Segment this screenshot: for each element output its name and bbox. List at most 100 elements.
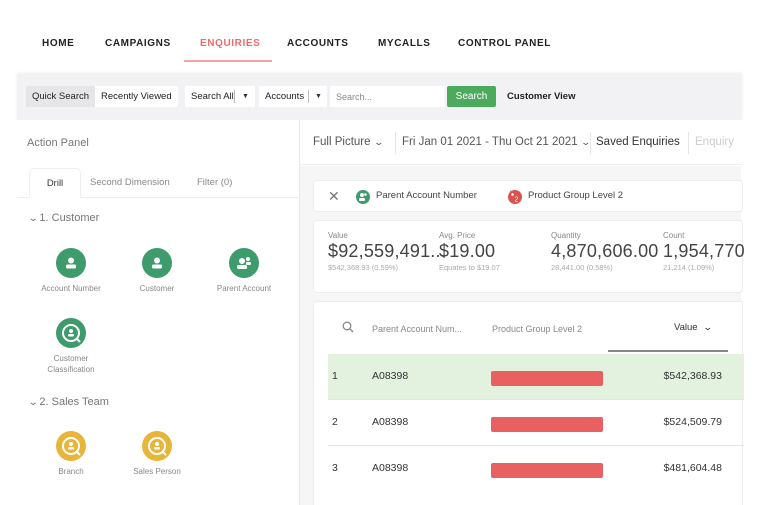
close-icon[interactable]: ✕ (328, 188, 340, 205)
tab-quick-search[interactable]: Quick Search (26, 86, 96, 107)
redacted-product-group (491, 463, 603, 478)
sort-chevron-down-icon: ⌄ (702, 322, 714, 332)
row-rank: 1 (332, 370, 338, 382)
enquiry-body: ✕ Parent Account Number / 2 Product Grou… (300, 166, 745, 505)
top-navigation: HOME CAMPAIGNS ENQUIRIES ACCOUNTS MYCALL… (0, 0, 758, 74)
chevron-down-icon: ⌄ (27, 213, 39, 224)
view-select-value: Full Picture (313, 136, 371, 148)
section-customer-header[interactable]: ⌄1. Customer (27, 212, 100, 224)
table-row[interactable]: 1 A08398 $542,368.93 (328, 354, 744, 400)
section-title: 1. Customer (39, 212, 100, 224)
enquiry-tab[interactable]: Enquiry (695, 136, 734, 148)
kpi-subtext: 28,441.00 (0.58%) (551, 263, 613, 272)
row-value: $542,368.93 (663, 370, 722, 382)
users-icon (229, 248, 259, 278)
search-icon[interactable] (342, 320, 354, 338)
section-sales-team-header[interactable]: ⌄2. Sales Team (27, 396, 109, 408)
nav-accounts[interactable]: ACCOUNTS (287, 38, 348, 49)
kpi-number: 1,954,770 (663, 241, 745, 261)
drill-account-number[interactable]: Account Number (31, 248, 111, 294)
section-title: 2. Sales Team (39, 396, 109, 408)
table-row[interactable]: 2 A08398 $524,509.79 (328, 400, 744, 446)
chevron-down-icon: ⌄ (27, 397, 39, 408)
drill-label: Parent Account (216, 284, 272, 293)
kpi-subtext: $542,368.93 (0.59%) (328, 263, 399, 272)
breadcrumb-parent-account-number[interactable]: Parent Account Number (376, 190, 477, 201)
toolbar-divider (688, 132, 689, 154)
tab-drill[interactable]: Drill (29, 168, 81, 198)
entity-select-value: Accounts (265, 91, 305, 102)
caret-down-icon: ▼ (242, 93, 249, 100)
entity-select[interactable]: Accounts ▼ (259, 86, 327, 107)
row-rank: 2 (332, 416, 338, 428)
table-row[interactable]: 3 A08398 $481,604.48 (328, 446, 744, 492)
row-value: $524,509.79 (663, 416, 722, 428)
nav-enquiries[interactable]: ENQUIRIES (200, 38, 260, 49)
users-icon (356, 190, 370, 204)
customer-view-link[interactable]: Customer View (507, 86, 575, 107)
column-header-product-group[interactable]: Product Group Level 2 (492, 324, 582, 334)
drill-parent-account[interactable]: Parent Account (204, 248, 284, 294)
nav-home[interactable]: HOME (42, 38, 74, 49)
svg-text:2: 2 (515, 197, 519, 204)
drill-label: Customer (139, 284, 175, 293)
search-mode-tabs: Quick Search Recently Viewed (26, 86, 178, 107)
drill-label: Branch (58, 467, 84, 476)
drill-customer[interactable]: Customer (117, 248, 197, 294)
breadcrumb-product-group-level-2[interactable]: Product Group Level 2 (528, 190, 623, 201)
kpi-label: Avg. Price (439, 231, 476, 240)
drill-sales-person[interactable]: Sales Person (117, 431, 197, 477)
column-header-value-label: Value (674, 322, 698, 333)
nav-mycalls[interactable]: MYCALLS (378, 38, 431, 49)
action-panel-title: Action Panel (27, 137, 89, 149)
caret-down-icon: ▼ (315, 93, 322, 100)
tab-recently-viewed[interactable]: Recently Viewed (95, 86, 178, 107)
nav-campaigns[interactable]: CAMPAIGNS (105, 38, 171, 49)
select-divider (234, 90, 235, 103)
action-panel-tabs: Drill Second Dimension Filter (0) (17, 168, 300, 198)
user-search-icon (142, 431, 172, 461)
kpi-count: Count 1,954,770 21,214 (1.09%) (663, 231, 745, 272)
redacted-product-group (491, 417, 603, 432)
kpi-quantity: Quantity 4,870,606.00 28,441.00 (0.58%) (551, 231, 659, 272)
kpi-number: $92,559,491... (328, 241, 446, 261)
kpi-label: Count (663, 231, 685, 240)
kpi-label: Value (328, 231, 348, 240)
drill-customer-classification[interactable]: Customer Classification (31, 318, 111, 375)
toolbar-divider (395, 132, 396, 154)
drill-label: Customer Classification (47, 354, 95, 374)
user-search-icon (56, 318, 86, 348)
drill-label: Account Number (41, 284, 101, 293)
kpi-subtext: Equates to $19.07 (439, 263, 500, 272)
row-value: $481,604.48 (663, 462, 722, 474)
enquiry-main-panel: Full Picture ⌄ Fri Jan 01 2021 - Thu Oct … (300, 120, 758, 505)
search-scope-select[interactable]: Search All ▼ (185, 86, 255, 107)
kpi-value: Value $92,559,491... $542,368.93 (0.59%) (328, 231, 446, 272)
level-2-icon: 2 (508, 190, 522, 204)
user-icon (56, 248, 86, 278)
drill-label: Sales Person (133, 467, 181, 476)
nav-control-panel[interactable]: CONTROL PANEL (458, 38, 551, 49)
column-header-value[interactable]: Value ⌄ (674, 322, 714, 333)
column-header-parent-account[interactable]: Parent Account Num... (372, 324, 462, 334)
chevron-down-icon: ⌄ (373, 137, 384, 147)
saved-enquiries-button[interactable]: Saved Enquiries (596, 136, 680, 148)
row-account: A08398 (372, 462, 409, 474)
select-divider (308, 90, 309, 103)
drill-breadcrumb: ✕ Parent Account Number / 2 Product Grou… (313, 180, 743, 212)
date-range-select[interactable]: Fri Jan 01 2021 - Thu Oct 21 2021 ⌄ (402, 136, 591, 148)
active-nav-indicator (184, 60, 272, 62)
tab-second-dimension[interactable]: Second Dimension (90, 168, 170, 198)
tab-filter[interactable]: Filter (0) (197, 168, 232, 198)
search-button[interactable]: Search (447, 86, 496, 107)
kpi-avg-price: Avg. Price $19.00 Equates to $19.07 (439, 231, 500, 272)
sorted-column-indicator (608, 350, 728, 352)
view-select[interactable]: Full Picture ⌄ (313, 136, 384, 148)
search-input[interactable] (330, 86, 445, 107)
row-rank: 3 (332, 462, 338, 474)
drill-branch[interactable]: Branch (31, 431, 111, 477)
user-search-icon (56, 431, 86, 461)
quick-search-bar: Quick Search Recently Viewed Search All … (17, 74, 742, 120)
enquiry-toolbar: Full Picture ⌄ Fri Jan 01 2021 - Thu Oct … (300, 120, 741, 165)
kpi-summary: Value $92,559,491... $542,368.93 (0.59%)… (313, 220, 745, 293)
